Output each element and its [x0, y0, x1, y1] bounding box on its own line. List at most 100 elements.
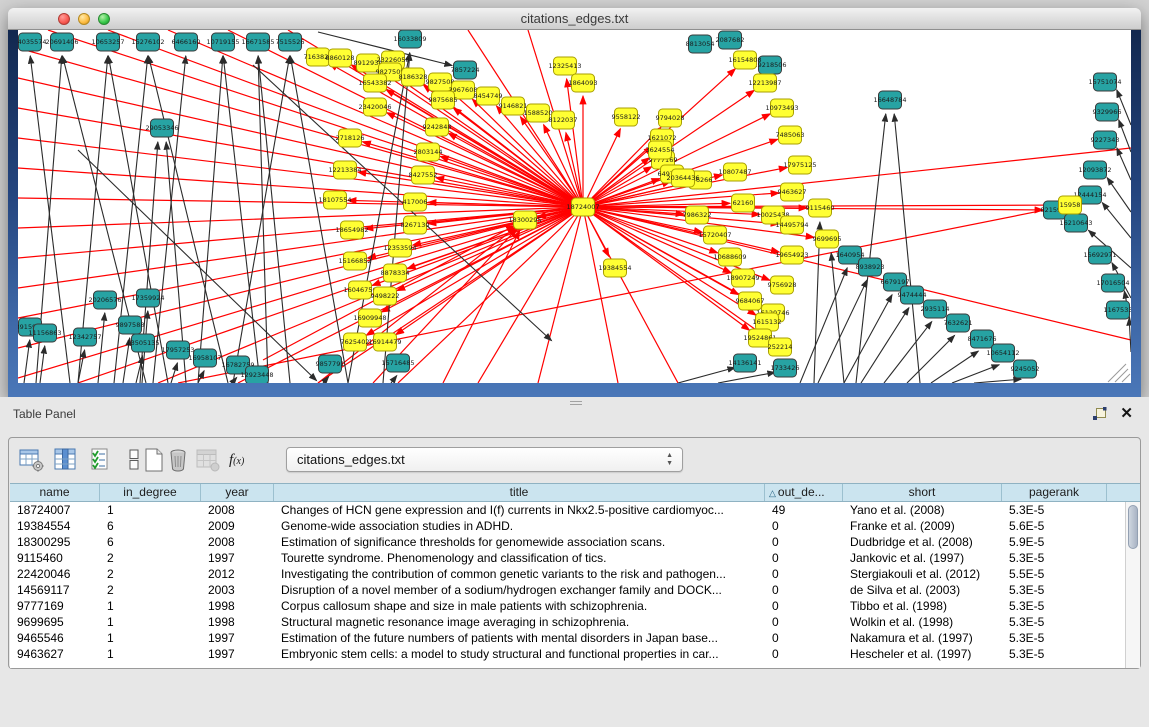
- column-header-short[interactable]: short: [843, 484, 1002, 501]
- graph-node-label: 13505135: [126, 339, 159, 347]
- cell-out_de: 49: [765, 502, 843, 518]
- select-columns-checklist-icon[interactable]: [89, 447, 115, 473]
- cell-year: 1997: [201, 630, 274, 646]
- graph-node-label: 12213384: [328, 166, 361, 174]
- cell-pagerank: 5.5E-5: [1002, 566, 1107, 582]
- graph-node-label: 8454749: [474, 92, 503, 100]
- table-row[interactable]: 1830029562008Estimation of significance …: [10, 534, 1140, 550]
- graph-node-label: 6679197: [881, 278, 910, 286]
- graph-edge: [831, 253, 844, 383]
- graph-node-label: 8267130: [401, 221, 430, 229]
- column-header-out_de[interactable]: △out_de...: [765, 484, 843, 501]
- graph-node-label: 8878334: [381, 269, 410, 277]
- cell-out_de: 0: [765, 614, 843, 630]
- cell-year: 2008: [201, 502, 274, 518]
- cell-pagerank: 5.3E-5: [1002, 598, 1107, 614]
- float-panel-icon[interactable]: [1092, 407, 1107, 422]
- graph-node-label: 9474444: [898, 291, 927, 299]
- cell-short: Hescheler et al. (1997): [843, 646, 1002, 662]
- graph-edge: [907, 335, 955, 383]
- cell-in_degree: 6: [100, 518, 201, 534]
- cell-in_degree: 2: [100, 582, 201, 598]
- graph-node-label: 9558122: [612, 113, 641, 121]
- cell-in_degree: 1: [100, 646, 201, 662]
- cell-title: Estimation of significance thresholds fo…: [274, 534, 765, 550]
- graph-node-label: 9329966: [1093, 108, 1122, 116]
- graph-node-label: 7632621: [944, 319, 973, 327]
- column-header-year[interactable]: year: [201, 484, 274, 501]
- graph-node-label: 18907249: [726, 274, 759, 282]
- graph-node-label: 9857791: [316, 360, 345, 368]
- node-table: namein_degreeyeartitle△out_de...shortpag…: [10, 483, 1140, 668]
- graph-edge: [318, 227, 516, 383]
- graph-node-label: 18300295: [508, 216, 541, 224]
- cell-title: Changes of HCN gene expression and I(f) …: [274, 502, 765, 518]
- cell-title: Corpus callosum shape and size in male p…: [274, 598, 765, 614]
- graph-node-label: 16033809: [393, 35, 426, 43]
- cell-year: 1998: [201, 598, 274, 614]
- graph-edge: [153, 56, 186, 383]
- graph-edge: [800, 268, 847, 383]
- network-canvas[interactable]: 2403557420691406106532571527610264661601…: [18, 30, 1131, 383]
- table-row[interactable]: 1456911722003Disruption of a novel membe…: [10, 582, 1140, 598]
- table-row[interactable]: 946554611997Estimation of the future num…: [10, 630, 1140, 646]
- graph-edge: [18, 207, 583, 348]
- column-header-in_degree[interactable]: in_degree: [100, 484, 201, 501]
- graph-edge: [98, 313, 105, 383]
- graph-node-label: 19654923: [775, 251, 808, 259]
- cell-title: Estimation of the future numbers of pati…: [274, 630, 765, 646]
- graph-node-label: 1167533: [1104, 306, 1131, 314]
- cell-title: Tourette syndrome. Phenomenology and cla…: [274, 550, 765, 566]
- graph-edge: [18, 207, 583, 228]
- graph-node-label: 8471676: [968, 335, 997, 343]
- graph-node-label: 1733426: [771, 364, 800, 372]
- graph-node-label: 29053346: [145, 124, 178, 132]
- network-window-titlebar[interactable]: citations_edges.txt: [8, 8, 1141, 30]
- show-columns-icon[interactable]: [53, 447, 79, 473]
- graph-node-label: 16648784: [873, 96, 906, 104]
- cell-short: de Silva et al. (2003): [843, 582, 1002, 598]
- new-table-icon[interactable]: [141, 447, 167, 473]
- function-builder-icon[interactable]: f(x): [229, 451, 255, 477]
- table-row[interactable]: 2242004622012Investigating the contribut…: [10, 566, 1140, 582]
- table-row[interactable]: 977716911998Corpus callosum shape and si…: [10, 598, 1140, 614]
- column-header-title[interactable]: title: [274, 484, 765, 501]
- cell-short: Franke et al. (2009): [843, 518, 1002, 534]
- column-header-pagerank[interactable]: pagerank: [1002, 484, 1107, 501]
- network-window-title: citations_edges.txt: [8, 11, 1141, 26]
- graph-edge: [391, 376, 397, 383]
- graph-edge: [583, 207, 618, 383]
- cell-title: Embryonic stem cells: a model to study s…: [274, 646, 765, 662]
- cell-out_de: 0: [765, 630, 843, 646]
- graph-node-label: 17359924: [131, 294, 164, 302]
- graph-node-label: 9875685: [429, 96, 458, 104]
- cell-short: Tibbo et al. (1998): [843, 598, 1002, 614]
- graph-edge: [678, 368, 735, 383]
- table-row[interactable]: 911546021997Tourette syndrome. Phenomeno…: [10, 550, 1140, 566]
- graph-node-label: 20206576: [88, 296, 121, 304]
- graph-node-label: 15692971: [1083, 251, 1116, 259]
- table-body: 1872400712008Changes of HCN gene express…: [10, 502, 1140, 662]
- column-header-name[interactable]: name: [10, 484, 100, 501]
- graph-node-label: 14495794: [775, 221, 808, 229]
- table-row[interactable]: 946362711997Embryonic stem cells: a mode…: [10, 646, 1140, 662]
- table-select-dropdown[interactable]: citations_edges.txt ▲▼: [286, 447, 683, 472]
- cell-in_degree: 2: [100, 550, 201, 566]
- graph-node-label: 8860128: [326, 54, 355, 62]
- cell-short: Nakamura et al. (1997): [843, 630, 1002, 646]
- graph-node-label: 1615132: [753, 318, 782, 326]
- graph-node-label: 9794028: [656, 114, 685, 122]
- delete-table-icon[interactable]: [165, 447, 191, 473]
- table-row[interactable]: 1938455462009Genome-wide association stu…: [10, 518, 1140, 534]
- close-panel-icon[interactable]: ✕: [1120, 404, 1133, 422]
- table-row[interactable]: 969969511998Structural magnetic resonanc…: [10, 614, 1140, 630]
- table-vertical-scrollbar[interactable]: [1125, 502, 1140, 668]
- cell-name: 22420046: [10, 566, 100, 582]
- table-settings-icon[interactable]: [19, 447, 45, 473]
- graph-edge: [18, 108, 583, 207]
- table-row[interactable]: 1872400712008Changes of HCN gene express…: [10, 502, 1140, 518]
- graph-node-label: 9115460: [806, 204, 835, 212]
- graph-node-label: 9756928: [768, 281, 797, 289]
- scrollbar-thumb[interactable]: [1128, 505, 1138, 549]
- table-header-row: namein_degreeyeartitle△out_de...shortpag…: [10, 483, 1140, 502]
